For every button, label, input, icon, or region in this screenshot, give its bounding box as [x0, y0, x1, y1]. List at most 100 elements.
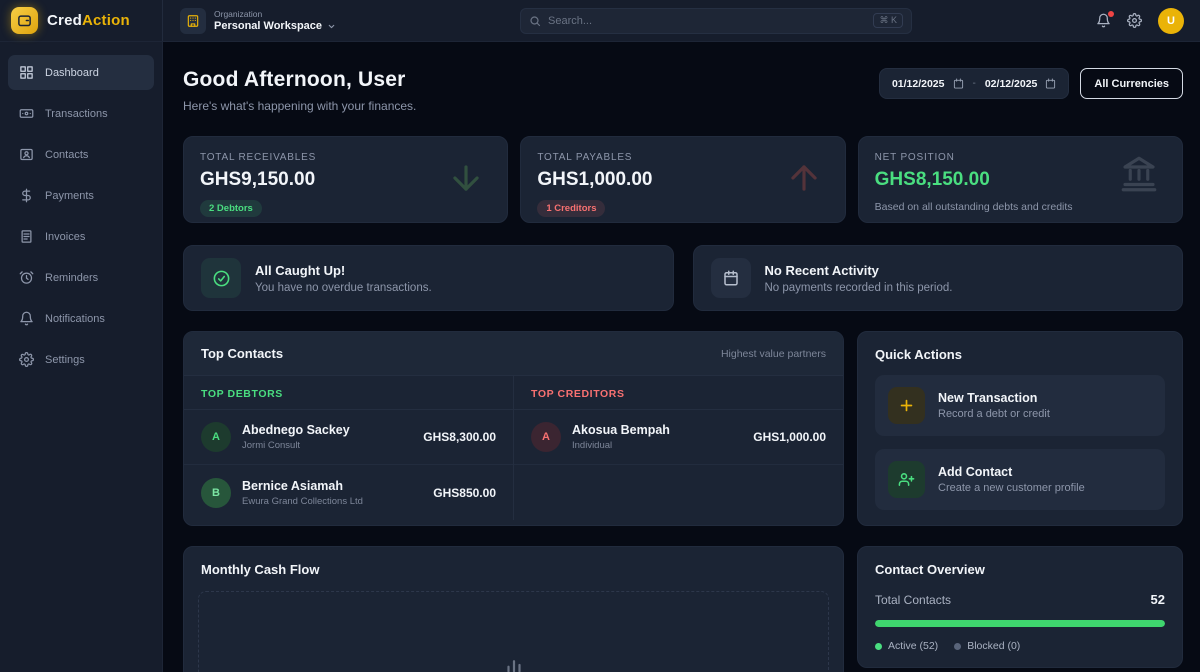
total-payables-card: TOTAL PAYABLES GHS1,000.00 1 Creditors [520, 136, 845, 223]
debtor-row[interactable]: B Bernice Asiamah Ewura Grand Collection… [184, 465, 513, 520]
monthly-cash-flow-card: Monthly Cash Flow No cash flow data avai… [183, 546, 844, 672]
debtor-row[interactable]: A Abednego Sackey Jormi Consult GHS8,300… [184, 410, 513, 465]
chevron-down-icon [327, 22, 336, 31]
action-subtitle: Record a debt or credit [938, 408, 1050, 420]
user-avatar[interactable]: U [1158, 8, 1184, 34]
search-shortcut-badge: ⌘ K [873, 13, 903, 28]
top-debtors-heading: TOP DEBTORS [184, 376, 513, 410]
organization-selector[interactable]: Organization Personal Workspace [180, 8, 336, 34]
top-creditors-column: TOP CREDITORS A Akosua Bempah Individual… [514, 376, 843, 520]
notification-dot [1108, 11, 1114, 17]
contact-org: Individual [572, 440, 670, 451]
sidebar-item-label: Payments [45, 190, 94, 202]
top-contacts-hint: Highest value partners [721, 348, 826, 360]
debtors-badge: 2 Debtors [200, 200, 262, 217]
contact-overview-title: Contact Overview [875, 562, 1165, 577]
cash-flow-title: Monthly Cash Flow [198, 562, 829, 577]
topbar-actions: U [1096, 8, 1200, 34]
organization-label: Organization [214, 9, 336, 19]
avatar: A [531, 422, 561, 452]
contact-org: Ewura Grand Collections Ltd [242, 496, 363, 507]
quick-actions-card: Quick Actions New Transaction Record a d… [857, 331, 1183, 526]
sidebar-item-invoices[interactable]: Invoices [8, 219, 154, 254]
gray-dot-icon [954, 643, 961, 650]
contact-org: Jormi Consult [242, 440, 350, 451]
no-activity-alert: No Recent Activity No payments recorded … [693, 245, 1184, 311]
sidebar-item-settings[interactable]: Settings [8, 342, 154, 377]
alert-subtitle: No payments recorded in this period. [765, 282, 953, 294]
top-debtors-column: TOP DEBTORS A Abednego Sackey Jormi Cons… [184, 376, 514, 520]
action-title: Add Contact [938, 465, 1085, 479]
page-subtitle: Here's what's happening with your financ… [183, 99, 416, 113]
green-dot-icon [875, 643, 882, 650]
sidebar-item-transactions[interactable]: Transactions [8, 96, 154, 131]
contact-amount: GHS850.00 [433, 486, 496, 500]
sidebar-item-label: Contacts [45, 149, 88, 161]
date-separator: - [973, 78, 976, 89]
top-contacts-card: Top Contacts Highest value partners TOP … [183, 331, 844, 526]
dollar-icon [19, 188, 34, 203]
action-title: New Transaction [938, 391, 1050, 405]
alert-title: All Caught Up! [255, 263, 432, 278]
sidebar-item-contacts[interactable]: Contacts [8, 137, 154, 172]
date-from-field[interactable]: 01/12/2025 [892, 78, 964, 90]
add-contact-action[interactable]: Add Contact Create a new customer profil… [875, 449, 1165, 510]
calendar-icon [711, 258, 751, 298]
new-transaction-action[interactable]: New Transaction Record a debt or credit [875, 375, 1165, 436]
total-contacts-label: Total Contacts [875, 593, 951, 607]
bar-chart-icon [503, 653, 525, 672]
bell-icon [19, 311, 34, 326]
sidebar-item-label: Transactions [45, 108, 108, 120]
top-contacts-title: Top Contacts [201, 346, 283, 361]
arrow-down-icon [447, 159, 485, 197]
quick-actions-title: Quick Actions [875, 347, 1165, 362]
all-currencies-button[interactable]: All Currencies [1080, 68, 1183, 99]
date-range-picker: 01/12/2025 - 02/12/2025 [879, 68, 1069, 99]
avatar: B [201, 478, 231, 508]
sidebar-item-dashboard[interactable]: Dashboard [8, 55, 154, 90]
date-to-field[interactable]: 02/12/2025 [985, 78, 1057, 90]
search-bar[interactable]: ⌘ K [520, 8, 912, 34]
total-contacts-value: 52 [1151, 592, 1165, 607]
action-subtitle: Create a new customer profile [938, 482, 1085, 494]
search-input[interactable] [548, 15, 866, 27]
brand-name: CredAction [47, 12, 130, 29]
contact-name: Bernice Asiamah [242, 479, 363, 493]
contact-overview-card: Contact Overview Total Contacts 52 Activ… [857, 546, 1183, 668]
calendar-icon [1045, 78, 1056, 89]
contacts-progress-fill [875, 620, 1165, 627]
top-creditors-heading: TOP CREDITORS [514, 376, 843, 410]
user-plus-icon [888, 461, 925, 498]
avatar: A [201, 422, 231, 452]
active-legend: Active (52) [875, 640, 938, 652]
settings-gear-icon[interactable] [1127, 13, 1142, 28]
sidebar-item-reminders[interactable]: Reminders [8, 260, 154, 295]
sidebar-item-payments[interactable]: Payments [8, 178, 154, 213]
gear-icon [19, 352, 34, 367]
main-content: Good Afternoon, User Here's what's happe… [163, 42, 1200, 672]
bank-icon [1118, 153, 1160, 195]
plus-icon [888, 387, 925, 424]
sidebar-item-label: Reminders [45, 272, 98, 284]
sidebar-item-label: Dashboard [45, 67, 99, 79]
arrow-up-icon [785, 159, 823, 197]
dashboard-grid-icon [19, 65, 34, 80]
contact-card-icon [19, 147, 34, 162]
contact-name: Akosua Bempah [572, 423, 670, 437]
contact-amount: GHS8,300.00 [423, 430, 496, 444]
caught-up-alert: All Caught Up! You have no overdue trans… [183, 245, 674, 311]
notifications-bell-icon[interactable] [1096, 13, 1111, 28]
creditors-badge: 1 Creditors [537, 200, 605, 217]
cash-flow-empty-state: No cash flow data available [198, 591, 829, 672]
brand-logo: CredAction [0, 0, 163, 41]
page-title: Good Afternoon, User [183, 68, 416, 92]
top-bar: CredAction Organization Personal Workspa… [0, 0, 1200, 42]
contact-name: Abednego Sackey [242, 423, 350, 437]
invoice-document-icon [19, 229, 34, 244]
stat-note: Based on all outstanding debts and credi… [875, 201, 1166, 213]
creditor-row[interactable]: A Akosua Bempah Individual GHS1,000.00 [514, 410, 843, 465]
calendar-icon [953, 78, 964, 89]
sidebar-item-notifications[interactable]: Notifications [8, 301, 154, 336]
alert-title: No Recent Activity [765, 263, 953, 278]
net-position-card: NET POSITION GHS8,150.00 Based on all ou… [858, 136, 1183, 223]
